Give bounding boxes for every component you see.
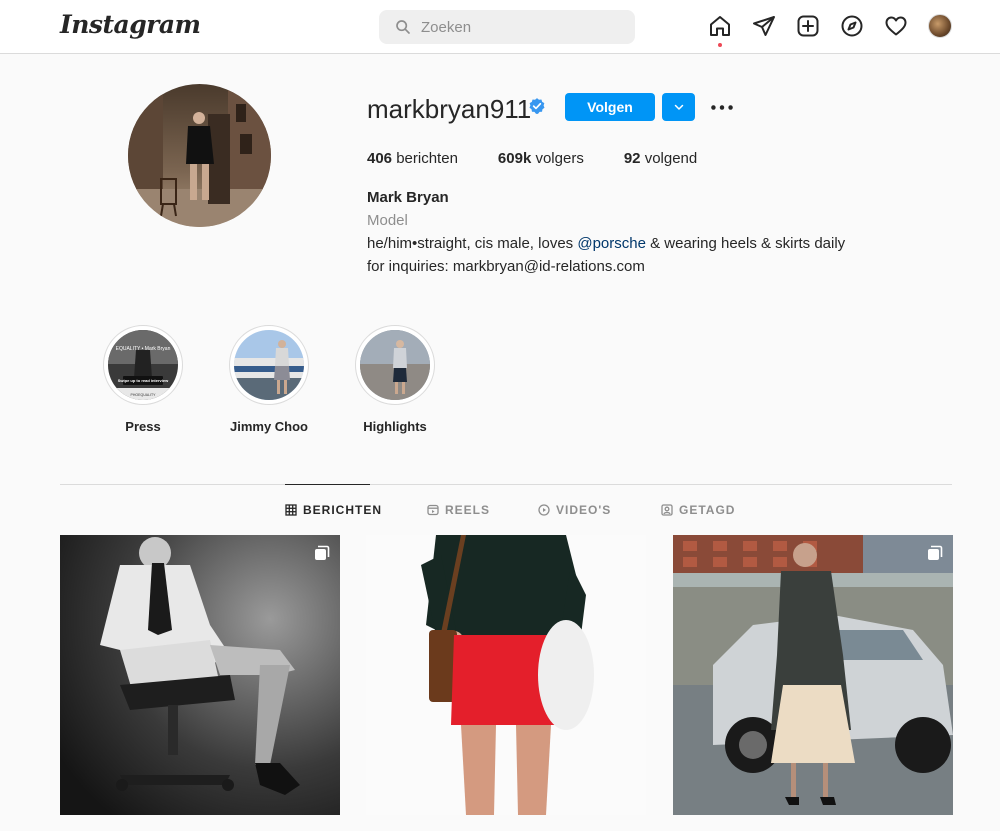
profile-avatar [928, 14, 952, 38]
direct-messages-button[interactable] [752, 14, 776, 38]
suggested-accounts-button[interactable] [662, 93, 695, 121]
followers-count[interactable]: 609k volgers [498, 150, 584, 167]
highlight-highlights-image [360, 330, 430, 400]
instagram-logo[interactable]: Instagram [60, 10, 201, 39]
press-swipe-text: Swipe up to read interview [118, 378, 169, 383]
highlight-cover: EQUALITY • Mark Bryan Swipe up to read i… [108, 330, 178, 400]
highlight-press[interactable]: EQUALITY • Mark Bryan Swipe up to read i… [103, 325, 183, 434]
grid-icon [285, 504, 297, 516]
highlight-ring: EQUALITY • Mark Bryan Swipe up to read i… [103, 325, 183, 405]
notification-dot [718, 43, 722, 47]
top-navigation: Instagram [0, 0, 1000, 54]
highlight-highlights[interactable]: Highlights [355, 325, 435, 434]
tabs-divider [60, 484, 952, 485]
carousel-icon [928, 545, 943, 560]
tab-label: REELS [445, 503, 491, 517]
new-post-button[interactable] [796, 14, 820, 38]
posts-count-value: 406 [367, 150, 393, 167]
carousel-icon [315, 545, 330, 560]
more-dots-icon [711, 104, 733, 110]
posts-count: 406 berichten [367, 150, 458, 167]
post-thumbnail[interactable] [60, 535, 340, 815]
post-thumbnail[interactable] [673, 535, 953, 815]
bio-text: he/him•straight, cis male, loves [367, 235, 578, 252]
profile-username: markbryan911 [367, 94, 532, 124]
activity-heart-icon [885, 16, 907, 36]
activity-button[interactable] [884, 14, 908, 38]
tab-videos[interactable]: VIDEO'S [538, 503, 611, 517]
explore-icon [841, 15, 863, 37]
following-count[interactable]: 92 volgend [624, 150, 697, 167]
highlight-press-image: EQUALITY • Mark Bryan Swipe up to read i… [108, 330, 178, 400]
tab-reels[interactable]: REELS [427, 503, 490, 517]
highlight-cover [234, 330, 304, 400]
bio-line-2: for inquiries: markbryan@id-relations.co… [367, 258, 645, 275]
tab-posts[interactable]: BERICHTEN [285, 503, 382, 517]
video-play-icon [538, 504, 550, 516]
followers-count-label: volgers [535, 150, 584, 167]
post-image [366, 535, 646, 815]
new-post-icon [797, 15, 819, 37]
search-input[interactable] [421, 18, 611, 36]
profile-photo [128, 84, 271, 227]
tab-tagged[interactable]: GETAGD [661, 503, 735, 517]
verified-badge-icon [529, 98, 545, 114]
bio-line-1: he/him•straight, cis male, loves @porsch… [367, 235, 845, 252]
post-image [673, 535, 953, 815]
highlight-ring [355, 325, 435, 405]
home-icon [710, 16, 730, 36]
following-count-value: 92 [623, 150, 641, 167]
posts-count-label: berichten [396, 150, 458, 167]
post-image [60, 535, 340, 815]
bio-mention-link[interactable]: @porsche [577, 235, 646, 252]
search-icon [396, 20, 410, 34]
search-box[interactable] [379, 10, 635, 44]
tab-label: VIDEO'S [556, 503, 612, 517]
post-thumbnail[interactable] [366, 535, 646, 815]
highlight-jimmy-choo-image [234, 330, 304, 400]
bio-text: & wearing heels & skirts daily [645, 235, 846, 252]
following-count-label: volgend [644, 150, 698, 167]
profile-category: Model [367, 212, 408, 229]
explore-button[interactable] [840, 14, 864, 38]
highlight-label: Press [125, 419, 161, 434]
follow-button[interactable]: Volgen [565, 93, 655, 121]
reels-icon [427, 504, 439, 516]
tab-label: BERICHTEN [303, 503, 383, 517]
tab-label: GETAGD [679, 503, 736, 517]
highlight-cover [360, 330, 430, 400]
active-tab-indicator [285, 484, 370, 485]
tagged-user-icon [661, 504, 673, 516]
chevron-down-icon [674, 104, 683, 110]
highlight-jimmy-choo[interactable]: Jimmy Choo [229, 325, 309, 434]
profile-picture[interactable] [128, 84, 271, 227]
press-footer-text: PHOEQUALITY [131, 393, 157, 397]
profile-full-name: Mark Bryan [367, 189, 449, 206]
direct-icon [753, 16, 775, 36]
followers-count-value: 609k [497, 150, 532, 167]
highlight-label: Highlights [363, 419, 427, 434]
profile-stats: 406 berichten 609k volgers 92 volgend [367, 150, 737, 167]
more-options-button[interactable] [708, 96, 736, 118]
highlight-label: Jimmy Choo [229, 419, 308, 434]
highlight-ring [229, 325, 309, 405]
profile-menu-button[interactable] [928, 14, 952, 38]
home-button[interactable] [708, 14, 732, 47]
nav-icons [708, 14, 952, 47]
